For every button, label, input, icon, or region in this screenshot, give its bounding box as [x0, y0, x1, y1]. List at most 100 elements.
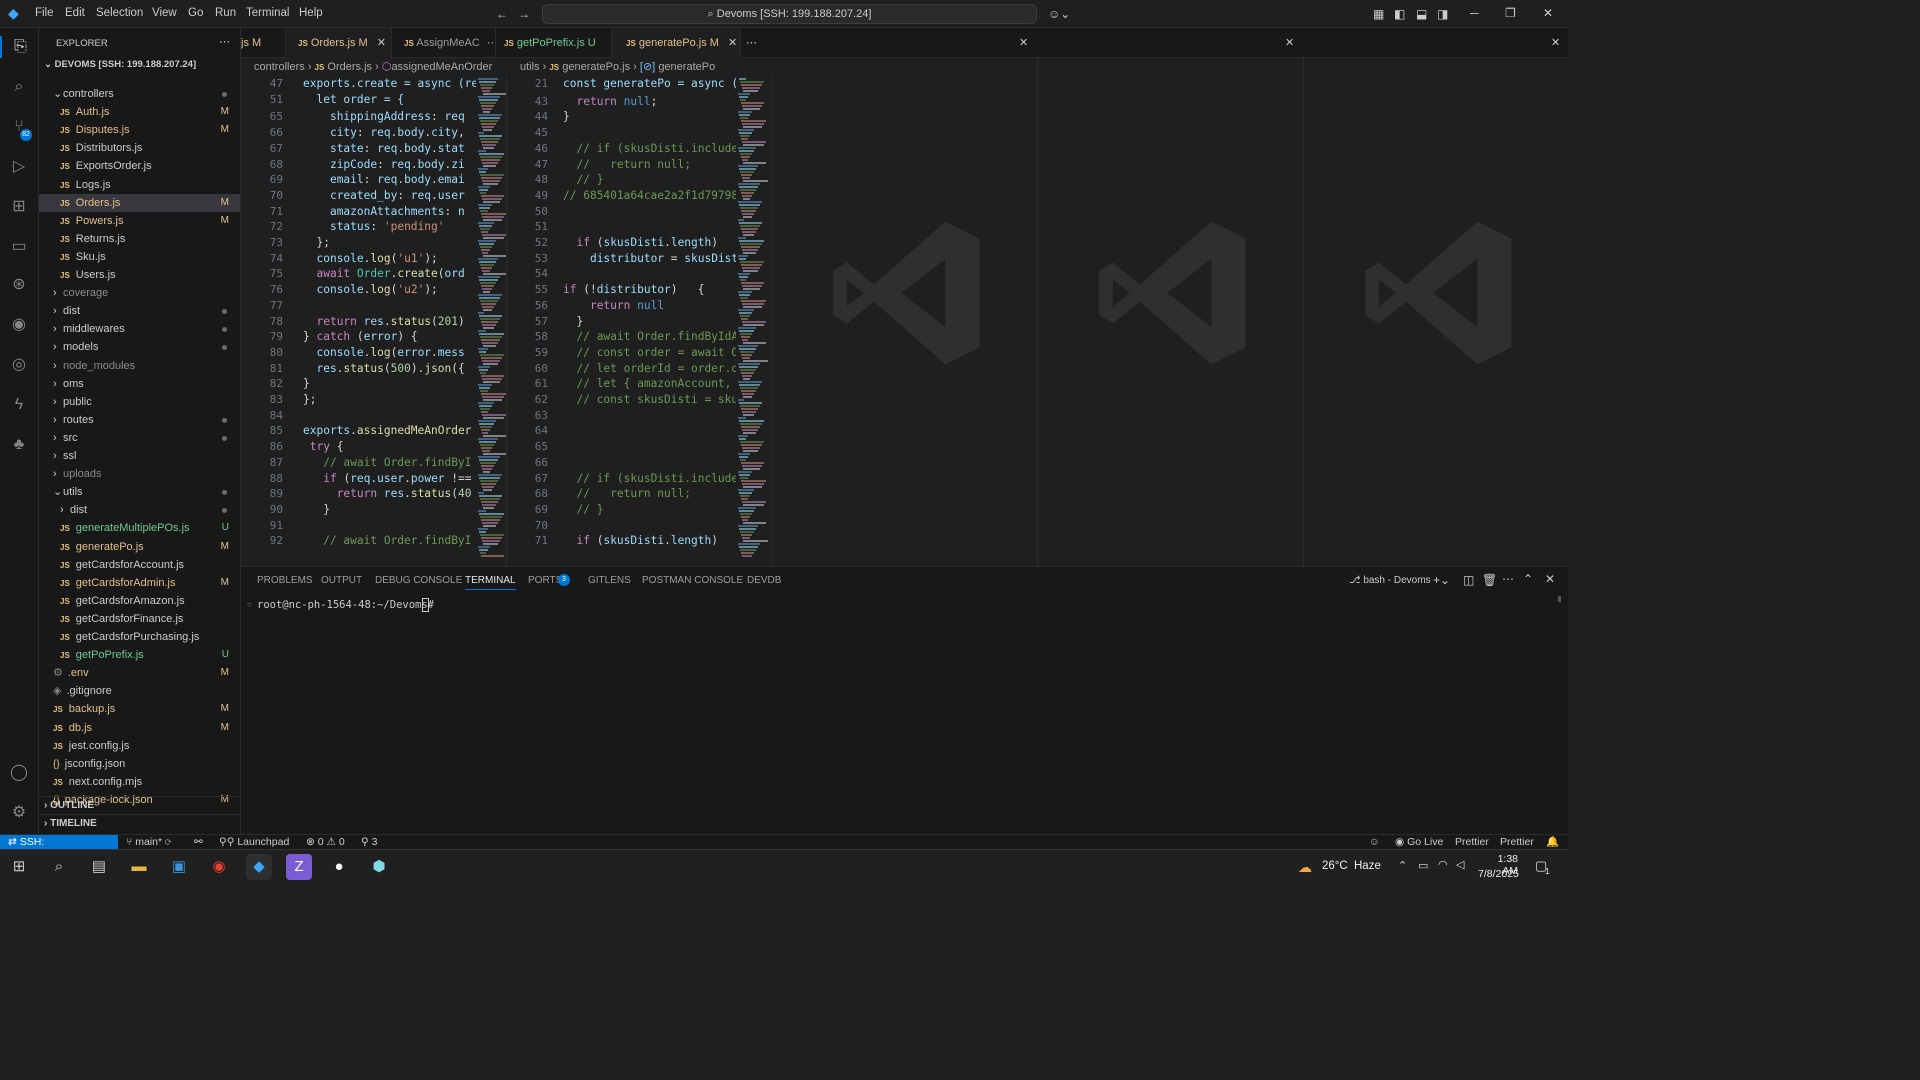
- tab-postman-console[interactable]: POSTMAN CONSOLE: [642, 575, 743, 586]
- zoho-icon[interactable]: Z: [286, 854, 312, 880]
- editor-generatepo[interactable]: 21 const generatePo = async (c 43 return n…: [508, 76, 772, 566]
- command-center[interactable]: ⌕ Devoms [SSH: 199.188.207.24]: [542, 4, 1037, 24]
- split-terminal-icon[interactable]: ◫: [1463, 573, 1474, 587]
- code-line[interactable]: // return null;: [563, 486, 691, 502]
- code-line[interactable]: status: 'pending': [303, 219, 445, 235]
- tree-item[interactable]: JS getCardsforAccount.js: [39, 556, 240, 574]
- code-line[interactable]: return res.status(201): [303, 314, 464, 330]
- tab-gitlens[interactable]: GITLENS: [588, 575, 631, 586]
- tree-item[interactable]: JS Disputes.js M: [39, 121, 240, 139]
- tree-item[interactable]: JS Auth.js M: [39, 103, 240, 121]
- chrome-icon[interactable]: ◉: [206, 854, 232, 880]
- app-icon[interactable]: ●: [326, 854, 352, 880]
- code-line[interactable]: // if (skusDisti.includes: [563, 471, 744, 487]
- tree-item[interactable]: › models: [39, 338, 240, 356]
- breadcrumb-item[interactable]: generatePo.js: [562, 61, 630, 73]
- code-line[interactable]: res.status(500).json({: [303, 361, 464, 377]
- menu-go[interactable]: Go: [188, 7, 203, 19]
- tree-item[interactable]: JS getCardsforAmazon.js: [39, 592, 240, 610]
- task-view-icon[interactable]: ▤: [86, 854, 112, 880]
- tree-item[interactable]: JS Orders.js M: [39, 193, 240, 212]
- trash-icon[interactable]: 🗑: [1482, 573, 1497, 587]
- code-line[interactable]: return res.status(40: [303, 486, 472, 502]
- tree-item[interactable]: ⚙ .env M: [39, 664, 240, 682]
- tab-debug-console[interactable]: DEBUG CONSOLE: [375, 575, 462, 586]
- code-line[interactable]: if (req.user.power !==: [303, 471, 471, 487]
- tree-item[interactable]: JS getCardsforPurchasing.js: [39, 628, 240, 646]
- vscode-taskbar-icon[interactable]: ◆: [246, 854, 272, 880]
- code-line[interactable]: exports.assignedMeAnOrder: [303, 423, 471, 439]
- close-tab-icon[interactable]: ✕: [377, 37, 386, 49]
- remote-explorer-icon[interactable]: ▭: [8, 236, 30, 258]
- gitlens-status-icon[interactable]: ⚯: [194, 836, 203, 849]
- start-icon[interactable]: ⊞: [6, 854, 32, 880]
- tree-item[interactable]: JS getPoPrefix.js U: [39, 646, 240, 664]
- terminal-selector[interactable]: ⎇ bash - Devoms: [1349, 575, 1431, 586]
- menu-selection[interactable]: Selection: [96, 7, 143, 19]
- code-line[interactable]: // let orderId = order.or: [563, 361, 744, 377]
- code-line[interactable]: // }: [563, 172, 603, 188]
- tree-item[interactable]: JS Returns.js: [39, 230, 240, 248]
- close-window-icon[interactable]: ✕: [1543, 6, 1553, 20]
- go-live-button[interactable]: ◉ Go Live: [1395, 836, 1443, 849]
- code-line[interactable]: }: [563, 314, 583, 330]
- extensions-icon[interactable]: ⊞: [8, 196, 30, 218]
- code-line[interactable]: // return null;: [563, 157, 691, 173]
- code-line[interactable]: // const skusDisti = skus: [563, 392, 744, 408]
- tree-item[interactable]: JS generateMultiplePOs.js U: [39, 519, 240, 537]
- breadcrumb-item[interactable]: generatePo: [658, 61, 715, 73]
- editor-orders[interactable]: 47 exports.create = async (re 51 let order…: [241, 76, 507, 566]
- menu-run[interactable]: Run: [215, 7, 236, 19]
- code-line[interactable]: } catch (error) {: [303, 329, 418, 345]
- tree-item[interactable]: ◈ .gitignore: [39, 682, 240, 700]
- code-line[interactable]: if (skusDisti.length): [563, 235, 718, 251]
- thunder-client-icon[interactable]: ϟ: [8, 394, 30, 416]
- toggle-panel-icon[interactable]: ⬓: [1416, 7, 1427, 21]
- app-icon[interactable]: ⬢: [366, 854, 392, 880]
- prettier-button[interactable]: Prettier: [1455, 836, 1489, 849]
- more-actions-icon[interactable]: ⋯: [746, 36, 757, 49]
- code-line[interactable]: };: [303, 235, 329, 251]
- code-line[interactable]: return null;: [563, 94, 657, 110]
- weather-temp[interactable]: 26°C: [1322, 860, 1348, 872]
- prettier-button[interactable]: Prettier: [1500, 836, 1534, 849]
- sticky-scroll-line[interactable]: let order = {: [303, 92, 404, 108]
- copilot-icon[interactable]: ☺⌄: [1048, 7, 1070, 21]
- code-line[interactable]: amazonAttachments: n: [303, 204, 465, 220]
- tree-item[interactable]: › public: [39, 393, 240, 411]
- tree-item[interactable]: JS Sku.js: [39, 248, 240, 266]
- more-actions-icon[interactable]: ⋯: [1502, 572, 1514, 586]
- workspace-root[interactable]: ⌄ DEVOMS [SSH: 199.188.207.24]: [44, 59, 196, 70]
- copilot-status-icon[interactable]: ☺: [1369, 836, 1380, 849]
- code-line[interactable]: // if (skusDisti.includes: [563, 141, 744, 157]
- code-line[interactable]: // 685401a64cae2a2f1d79798: [563, 188, 738, 204]
- weather-text[interactable]: Haze: [1354, 860, 1381, 872]
- code-line[interactable]: zipCode: req.body.zi: [303, 157, 465, 173]
- code-line[interactable]: email: req.body.emai: [303, 172, 465, 188]
- code-line[interactable]: }: [303, 502, 330, 518]
- close-panel-icon[interactable]: ✕: [1545, 572, 1555, 586]
- tree-item[interactable]: › node_modules: [39, 357, 240, 375]
- tree-item[interactable]: JS Distributors.js: [39, 139, 240, 157]
- code-line[interactable]: if (!distributor) {: [563, 282, 704, 298]
- forward-arrow-icon[interactable]: →: [518, 7, 530, 21]
- tree-item[interactable]: JS db.js M: [39, 719, 240, 737]
- tree-item[interactable]: JS ExportsOrder.js: [39, 157, 240, 175]
- code-line[interactable]: return null: [563, 298, 664, 314]
- tree-item[interactable]: JS Powers.js M: [39, 212, 240, 230]
- remote-indicator[interactable]: ⇄ SSH: 199.188.207.24: [0, 835, 118, 863]
- accounts-icon[interactable]: ◯: [8, 762, 30, 784]
- tree-item[interactable]: JS getCardsforFinance.js: [39, 610, 240, 628]
- tab-generatepo[interactable]: JS generatePo.js M ✕: [612, 28, 741, 58]
- terminal[interactable]: ○ root@nc-ph-1564-48:~/Devoms#: [241, 594, 1568, 834]
- code-line[interactable]: console.log(error.mess: [303, 345, 464, 361]
- tab-assignme[interactable]: JS AssignMeAC ⋯: [392, 28, 496, 58]
- code-line[interactable]: if (skusDisti.length): [563, 533, 718, 549]
- tree-item[interactable]: › uploads: [39, 465, 240, 483]
- tree-item[interactable]: JS backup.js M: [39, 700, 240, 718]
- menu-view[interactable]: View: [152, 7, 177, 19]
- scrollbar[interactable]: [1558, 596, 1561, 602]
- code-line[interactable]: shippingAddress: req: [303, 109, 465, 125]
- menu-edit[interactable]: Edit: [65, 7, 85, 19]
- outline-section[interactable]: › OUTLINE: [39, 796, 240, 814]
